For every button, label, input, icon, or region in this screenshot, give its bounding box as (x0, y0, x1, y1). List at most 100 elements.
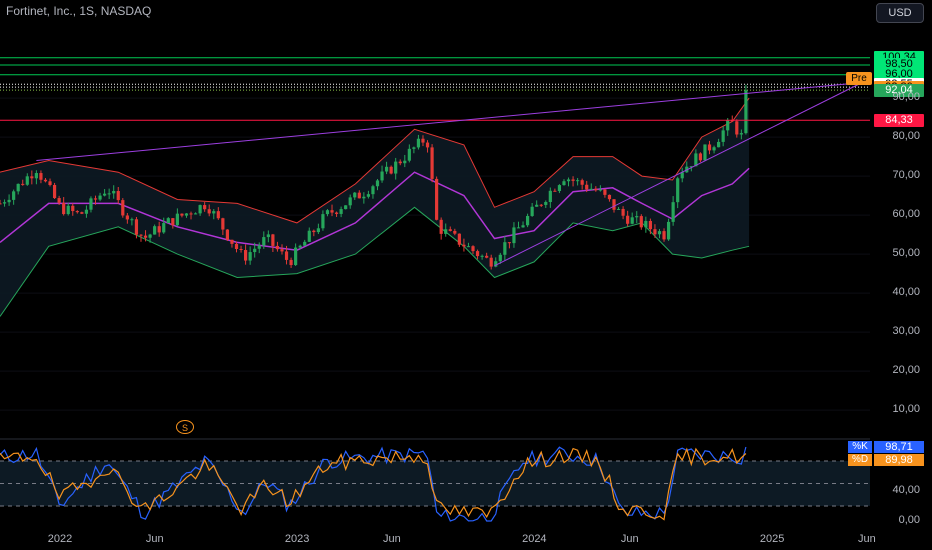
candle-body (603, 189, 607, 195)
candle-body (539, 204, 543, 206)
candle-body (271, 234, 275, 246)
candle-body (589, 188, 593, 190)
candle-body (403, 160, 407, 164)
candle-body (125, 215, 129, 220)
x-axis-label: Jun (383, 533, 401, 545)
candle-body (703, 144, 707, 161)
candle-body (357, 192, 361, 199)
candle-body (143, 235, 148, 238)
candle-body (457, 233, 461, 245)
candle-body (644, 220, 648, 228)
candle-body (607, 194, 612, 200)
candle-body (398, 161, 402, 164)
candle-body (139, 234, 143, 236)
candle-body (439, 219, 443, 234)
candle-body (234, 243, 239, 250)
candle-body (334, 212, 339, 214)
dividend-marker[interactable]: S (176, 420, 194, 434)
candle-body (239, 249, 243, 251)
candle-body (525, 215, 530, 226)
candle-body (657, 231, 662, 235)
candle-body (580, 180, 584, 185)
candle-body (207, 209, 211, 214)
candle-body (362, 196, 366, 199)
candle-body (89, 198, 93, 210)
candle-body (66, 205, 70, 215)
candle-body (253, 248, 257, 253)
candle-body (57, 198, 61, 203)
stoch-d-value: 89,98 (874, 454, 924, 466)
candle-body (475, 251, 480, 257)
candle-body (203, 205, 207, 210)
candle-body (571, 179, 575, 181)
candle-body (153, 226, 157, 235)
candle-body (353, 192, 357, 198)
currency-button[interactable]: USD (876, 3, 924, 23)
candle-body (507, 242, 511, 244)
candle-body (466, 246, 471, 248)
candle-body (639, 216, 643, 228)
candle-body (112, 191, 116, 194)
candle-body (562, 181, 566, 186)
candle-body (198, 205, 202, 214)
candle-body (284, 251, 289, 260)
candle-body (598, 189, 602, 191)
stoch-d-key: %D (848, 454, 872, 466)
candle-body (262, 237, 266, 246)
y-axis-label: 90,00 (892, 91, 920, 104)
y-axis-label: 40,00 (892, 286, 920, 299)
candle-body (671, 202, 675, 222)
candle-body (503, 242, 507, 255)
candle-body (635, 216, 639, 218)
y-axis-label: 20,00 (892, 364, 920, 377)
candle-body (612, 199, 616, 210)
candle-body (62, 202, 66, 215)
osc-y-axis-label: 0,00 (898, 514, 920, 526)
candle-body (471, 246, 475, 252)
candle-body (666, 221, 671, 240)
candle-body (648, 220, 652, 230)
candle-body (344, 205, 348, 210)
candle-body (80, 212, 84, 214)
x-axis-label: 2023 (284, 533, 310, 545)
candle-body (735, 121, 739, 135)
premarket-label: Pre (846, 72, 872, 85)
candle-body (394, 161, 398, 174)
candle-body (544, 202, 548, 205)
candle-body (39, 173, 43, 180)
candle-body (84, 209, 89, 214)
candle-body (30, 176, 34, 179)
candle-body (662, 231, 666, 240)
candle-body (553, 190, 557, 192)
candle-body (726, 119, 730, 131)
candle-body (430, 147, 434, 179)
candle-body (489, 257, 493, 267)
candle-body (189, 213, 193, 215)
price-chart[interactable] (0, 0, 932, 550)
candle-body (312, 230, 316, 233)
y-axis-label: 70,00 (892, 169, 920, 182)
candle-body (330, 210, 334, 213)
candle-body (712, 147, 716, 151)
candle-body (498, 254, 502, 262)
candle-body (594, 188, 598, 191)
candle-body (21, 183, 25, 185)
candle-body (52, 184, 57, 199)
candle-body (380, 171, 384, 181)
candle-body (12, 191, 16, 200)
candle-body (516, 227, 521, 229)
candle-body (171, 218, 175, 226)
candle-body (48, 181, 52, 185)
candle-body (116, 191, 120, 201)
candle-body (2, 202, 7, 204)
y-axis-label: 80,00 (892, 130, 920, 143)
candle-body (407, 148, 411, 161)
candle-body (34, 173, 38, 179)
candle-body (225, 229, 230, 240)
candle-body (384, 166, 389, 172)
candle-body (366, 194, 371, 197)
candle-body (348, 197, 352, 206)
candle-body (257, 245, 261, 249)
x-axis-label: 2024 (522, 533, 547, 545)
candle-body (162, 223, 166, 233)
